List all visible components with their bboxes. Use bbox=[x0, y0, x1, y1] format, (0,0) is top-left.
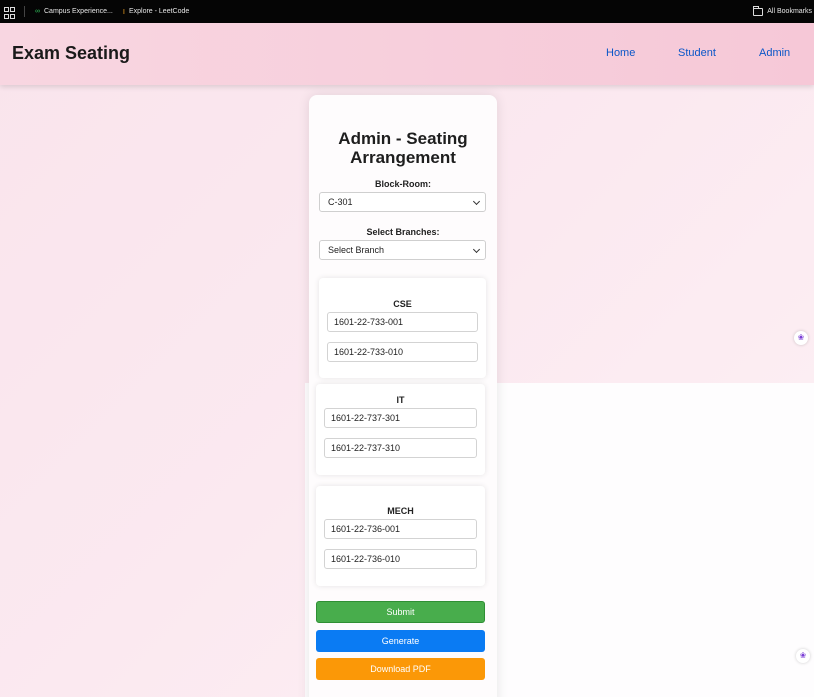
nav-home[interactable]: Home bbox=[606, 47, 635, 59]
folder-icon bbox=[753, 5, 764, 16]
roll-from-input[interactable]: 1601-22-736-001 bbox=[324, 519, 477, 539]
all-bookmarks-label: All Bookmarks bbox=[767, 8, 812, 15]
block-room-value: C-301 bbox=[328, 197, 353, 207]
all-bookmarks-button[interactable]: All Bookmarks bbox=[753, 0, 812, 23]
bookmark-label: Explore - LeetCode bbox=[128, 8, 190, 15]
branch-box-mech: MECH 1601-22-736-001 1601-22-736-010 bbox=[316, 486, 485, 586]
branches-select[interactable]: Select Branch bbox=[319, 240, 486, 260]
chevron-down-icon bbox=[472, 197, 481, 206]
roll-from-input[interactable]: 1601-22-733-001 bbox=[327, 312, 478, 332]
branch-box-it: IT 1601-22-737-301 1601-22-737-310 bbox=[316, 384, 485, 475]
leetcode-icon: ⵏ bbox=[122, 8, 125, 16]
block-room-select[interactable]: C-301 bbox=[319, 192, 486, 212]
page-title: Admin - Seating Arrangement bbox=[309, 129, 497, 167]
site-title: Exam Seating bbox=[12, 43, 131, 63]
roll-to-input[interactable]: 1601-22-737-310 bbox=[324, 438, 477, 458]
site-header: Exam Seating Home Student Admin bbox=[0, 23, 814, 85]
nav-student[interactable]: Student bbox=[678, 47, 716, 59]
apps-grid-icon[interactable] bbox=[4, 6, 15, 19]
infinity-icon: ∞ bbox=[35, 8, 40, 15]
branch-box-cse: CSE 1601-22-733-001 1601-22-733-010 bbox=[319, 278, 486, 378]
page-title-line2: Arrangement bbox=[350, 148, 456, 167]
generate-button[interactable]: Generate bbox=[316, 630, 485, 652]
roll-to-input[interactable]: 1601-22-733-010 bbox=[327, 342, 478, 362]
extension-brain-icon[interactable]: ❀ bbox=[796, 649, 810, 663]
chevron-down-icon bbox=[472, 245, 481, 254]
nav-admin[interactable]: Admin bbox=[759, 47, 790, 59]
branch-name: MECH bbox=[387, 506, 414, 516]
branch-name: CSE bbox=[393, 299, 412, 309]
bookmarks-bar: ∞ Campus Experience... ⵏ Explore - LeetC… bbox=[0, 0, 814, 23]
branch-name: IT bbox=[396, 395, 405, 405]
branches-label: Select Branches: bbox=[366, 227, 440, 237]
bookmark-label: Campus Experience... bbox=[44, 8, 113, 15]
submit-button[interactable]: Submit bbox=[316, 601, 485, 623]
roll-to-input[interactable]: 1601-22-736-010 bbox=[324, 549, 477, 569]
extension-brain-icon[interactable]: ❀ bbox=[794, 331, 808, 345]
bookmark-leetcode[interactable]: ⵏ Explore - LeetCode bbox=[123, 8, 189, 16]
roll-from-input[interactable]: 1601-22-737-301 bbox=[324, 408, 477, 428]
block-room-label: Block-Room: bbox=[375, 179, 431, 189]
bookmarks-divider bbox=[24, 6, 25, 17]
download-pdf-button[interactable]: Download PDF bbox=[316, 658, 485, 680]
bookmark-campus-experience[interactable]: ∞ Campus Experience... bbox=[35, 8, 113, 15]
branches-value: Select Branch bbox=[328, 245, 385, 255]
page-title-line1: Admin - Seating bbox=[338, 129, 468, 148]
